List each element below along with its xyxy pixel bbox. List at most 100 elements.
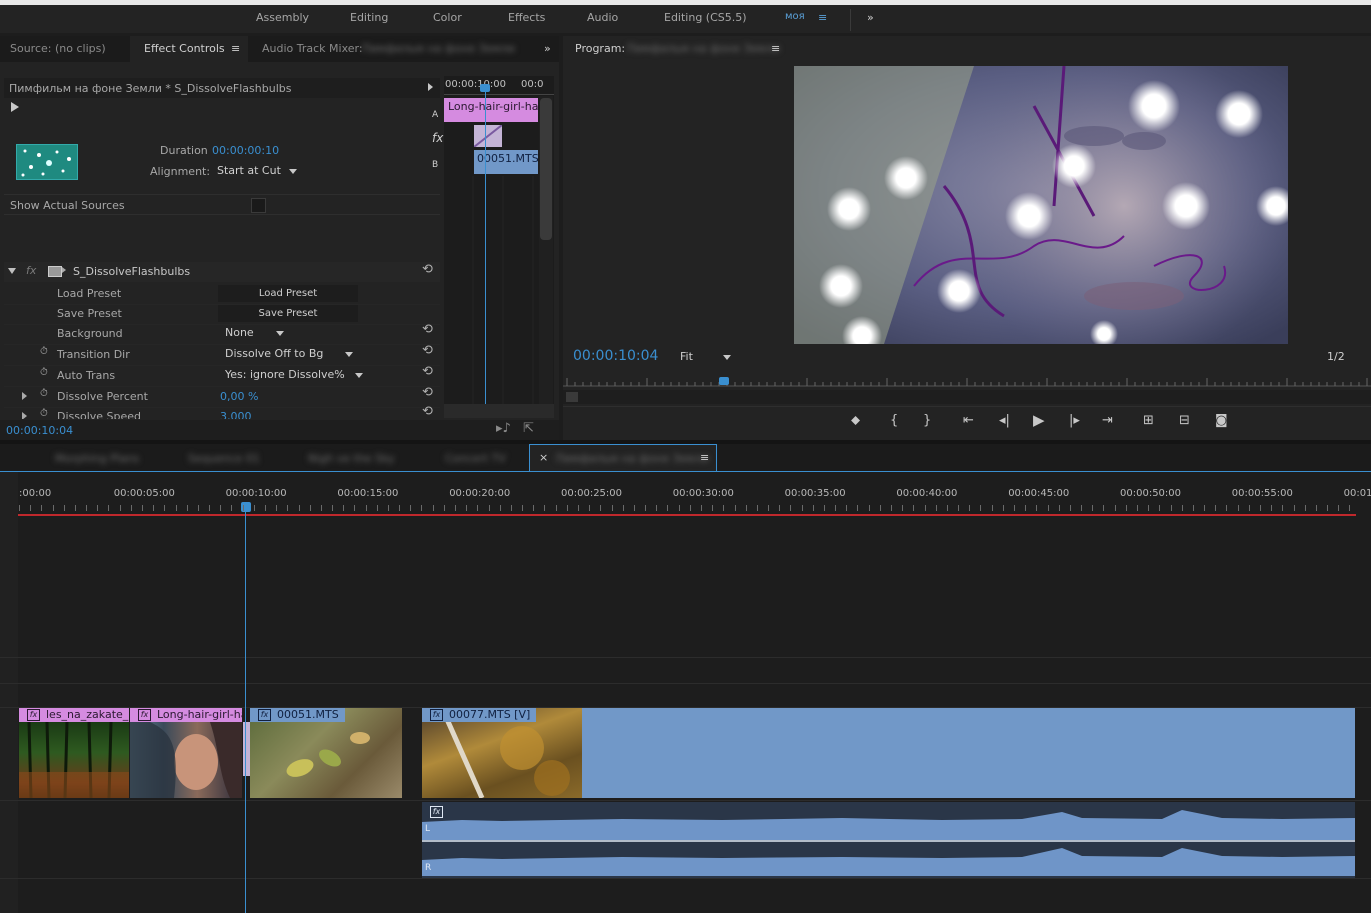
play-transition-icon[interactable] [11, 102, 19, 112]
workspace-overflow-icon[interactable]: » [867, 11, 874, 24]
auto-trans-dropdown[interactable]: Yes: ignore Dissolve% [225, 368, 363, 381]
ruler-tick [846, 505, 847, 511]
mark-out-icon[interactable]: } [923, 413, 931, 428]
ec-footer [0, 420, 559, 440]
background-dropdown[interactable]: None [225, 326, 284, 339]
param-row-background: Background None [4, 324, 440, 345]
reset-param-icon[interactable]: ⟲ [422, 322, 433, 337]
stopwatch-icon[interactable]: ⏱ [40, 408, 48, 419]
ruler-label: 00:00:55:00 [1231, 488, 1293, 499]
collapse-timeline-icon[interactable] [428, 83, 433, 91]
workspace-effects[interactable]: Effects [508, 11, 545, 24]
sequence-tab[interactable]: Nigh ve the Sky [308, 452, 395, 465]
step-forward-icon[interactable]: |▸ [1069, 413, 1080, 428]
sequence-tab[interactable]: Sequence 01 [188, 452, 260, 465]
fit-dropdown[interactable]: Fit [680, 350, 731, 363]
add-marker-icon[interactable]: ⬥ [851, 413, 860, 428]
show-actual-sources-checkbox[interactable] [251, 198, 266, 213]
step-back-icon[interactable]: ◂| [999, 413, 1010, 428]
ruler-tick [410, 505, 411, 511]
mini-clip-a[interactable]: Long-hair-girl-hat [444, 98, 538, 122]
reset-param-icon[interactable]: ⟲ [422, 364, 433, 379]
workspace-menu-icon[interactable]: ≡ [818, 11, 827, 24]
mini-clip-b[interactable]: 00051.MTS [474, 150, 538, 174]
timeline-playhead[interactable] [245, 508, 246, 913]
export-icon[interactable]: ⇱ [523, 421, 534, 436]
stopwatch-icon[interactable]: ⏱ [40, 388, 48, 399]
play-icon[interactable]: ▶ [1033, 411, 1045, 429]
reset-param-icon[interactable]: ⟲ [422, 343, 433, 358]
go-to-out-icon[interactable]: ⇥ [1102, 413, 1113, 428]
extract-icon[interactable]: ⊟ [1179, 413, 1190, 428]
tab-audio-mixer-sequence: Пимфильм на фоне Земли [362, 42, 515, 55]
fx-toggle-icon[interactable]: fx [26, 264, 36, 277]
ruler-tick [366, 505, 367, 511]
reset-param-icon[interactable]: ⟲ [422, 404, 433, 419]
mini-transition[interactable] [473, 124, 503, 148]
timeline-clip[interactable]: fx 00051.MTS [250, 708, 402, 798]
dissolve-speed-value[interactable]: 3,000 [220, 410, 252, 419]
mark-in-icon[interactable]: { [890, 413, 898, 428]
workspace-color[interactable]: Color [433, 11, 462, 24]
go-to-in-icon[interactable]: ⇤ [963, 413, 974, 428]
mini-playhead-handle[interactable] [480, 84, 490, 92]
program-timecode[interactable]: 00:00:10:04 [573, 348, 658, 364]
alignment-dropdown[interactable]: Start at Cut [217, 164, 297, 177]
mini-scrollbar-thumb[interactable] [540, 98, 552, 240]
program-zoom-bar[interactable] [563, 390, 1371, 404]
play-audio-icon[interactable]: ▸♪ [496, 421, 511, 436]
expand-effect-icon[interactable] [8, 268, 16, 274]
camera-icon[interactable]: ◙ [1215, 413, 1228, 428]
ruler-tick [1338, 505, 1339, 511]
work-area-bar[interactable] [18, 514, 1356, 516]
tab-audio-track-mixer[interactable]: Audio Track Mixer: [262, 42, 363, 55]
stopwatch-icon[interactable]: ⏱ [40, 346, 48, 357]
ruler-tick [97, 505, 98, 511]
reset-effect-icon[interactable]: ⟲ [422, 262, 433, 277]
resolution-dropdown[interactable]: 1/2 [1327, 350, 1345, 363]
divider [850, 9, 851, 31]
duration-value[interactable]: 00:00:00:10 [212, 144, 279, 157]
ec-timecode[interactable]: 00:00:10:04 [6, 424, 73, 437]
workspace-editing-cs55[interactable]: Editing (CS5.5) [664, 11, 747, 24]
ruler-tick [164, 505, 165, 511]
program-playhead-handle[interactable] [719, 377, 729, 385]
workspace-assembly[interactable]: Assembly [256, 11, 309, 24]
lift-icon[interactable]: ⊞ [1143, 413, 1154, 428]
timeline-clip[interactable]: fx Long-hair-girl-ha [130, 708, 242, 798]
workspace-custom[interactable]: моя [785, 11, 805, 22]
param-label: Auto Trans [57, 369, 116, 382]
mini-hscroll[interactable] [444, 404, 554, 418]
tab-menu-icon[interactable]: ≡ [231, 42, 240, 55]
ruler-tick [712, 505, 713, 511]
audio-clip[interactable]: fx L R [422, 802, 1355, 878]
expand-param-icon[interactable] [22, 392, 27, 400]
expand-param-icon[interactable] [22, 412, 27, 419]
transition-dir-dropdown[interactable]: Dissolve Off to Bg [225, 347, 354, 360]
tab-effect-controls[interactable]: Effect Controls [144, 42, 225, 55]
param-row-dissolve-speed: ⏱ Dissolve Speed 3,000 [4, 407, 440, 419]
program-ruler[interactable] [563, 372, 1371, 392]
ruler-tick [511, 505, 512, 511]
timeline-clip[interactable]: fx 00077.MTS [V] [422, 708, 1355, 798]
ruler-tick [645, 505, 646, 511]
program-sequence-name[interactable]: Пимфильм на фоне Земли [627, 42, 780, 55]
workspace-audio[interactable]: Audio [587, 11, 618, 24]
save-preset-button[interactable]: Save Preset [218, 305, 358, 322]
ruler-label: 00:00:35:00 [784, 488, 846, 499]
sequence-menu-icon[interactable]: ≡ [700, 451, 709, 464]
reset-param-icon[interactable]: ⟲ [422, 385, 433, 400]
sequence-tab[interactable]: Concert TV [445, 452, 506, 465]
tab-source[interactable]: Source: (no clips) [10, 42, 106, 55]
load-preset-button[interactable]: Load Preset [218, 285, 358, 302]
track-divider [0, 683, 1371, 684]
stopwatch-icon[interactable]: ⏱ [40, 367, 48, 378]
close-icon[interactable]: × [539, 451, 548, 464]
sequence-tab[interactable]: Morphing Plans [55, 452, 139, 465]
zoom-handle[interactable] [566, 392, 578, 402]
program-menu-icon[interactable]: ≡ [771, 42, 780, 55]
dissolve-percent-value[interactable]: 0,00 % [220, 390, 258, 403]
panel-overflow-icon[interactable]: » [544, 42, 551, 55]
timeline-clip[interactable]: fx les_na_zakate_ [19, 708, 129, 798]
workspace-editing[interactable]: Editing [350, 11, 388, 24]
